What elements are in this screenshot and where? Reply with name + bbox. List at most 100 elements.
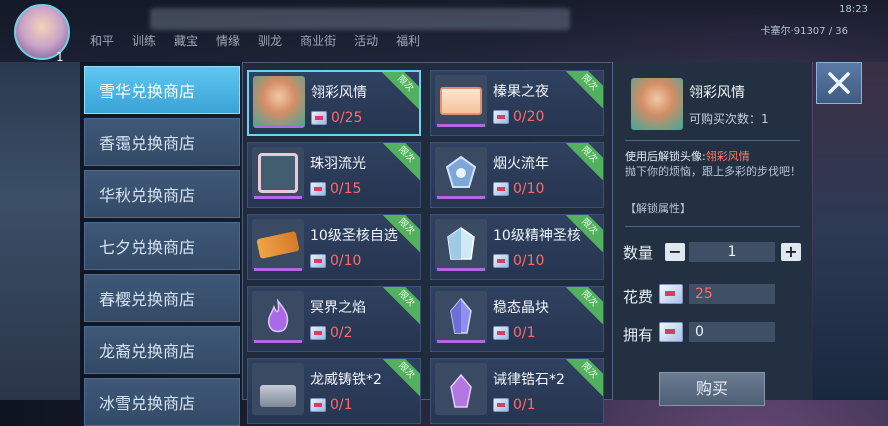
item-name: 10级精神圣核 xyxy=(493,228,581,244)
divider xyxy=(625,226,800,227)
tab-xuehua-shop[interactable]: 雪华兑换商店 xyxy=(84,66,240,114)
shop-item[interactable]: 诫律锆石*2 0/1 限次 xyxy=(430,358,604,424)
tab-xiangai-shop[interactable]: 香霭兑换商店 xyxy=(84,118,240,166)
limit-badge: 限次 xyxy=(380,359,420,397)
tab-longyi-shop[interactable]: 龙裔兑换商店 xyxy=(84,326,240,374)
shop-item[interactable]: 稳态晶块 0/1 限次 xyxy=(430,286,604,352)
ticket-icon xyxy=(252,219,304,271)
status-server: 卡塞尔·91307 / 36 xyxy=(760,26,848,37)
ticket-currency-icon xyxy=(659,322,683,342)
quantity-minus-button[interactable]: − xyxy=(665,243,685,261)
tab-bingxue-shop[interactable]: 冰雪兑换商店 xyxy=(84,378,240,426)
tab-huaqiu-shop[interactable]: 华秋兑换商店 xyxy=(84,170,240,218)
shop-item[interactable]: 榛果之夜 0/20 限次 xyxy=(430,70,604,136)
tab-label: 七夕兑换商店 xyxy=(99,238,196,257)
avatar-icon xyxy=(253,76,305,128)
limit-badge: 限次 xyxy=(563,71,603,109)
cost-value: 25 xyxy=(689,284,775,304)
ticket-icon xyxy=(493,110,509,124)
item-count: 0/15 xyxy=(330,181,362,197)
ticket-icon xyxy=(493,398,509,412)
top-menu: 和平 训练 藏宝 情缘 驯龙 商业街 活动 福利 xyxy=(90,32,420,49)
ticket-icon xyxy=(311,111,327,125)
scroll-icon xyxy=(435,75,487,127)
flame-icon xyxy=(252,291,304,343)
ticket-icon xyxy=(493,254,509,268)
limit-badge: 限次 xyxy=(380,143,420,181)
item-detail-panel: 翎彩风情 可购买次数：1 使用后解锁头像:翎彩风情 抛下你的烦恼，跟上多彩的步伐… xyxy=(612,62,812,406)
top-menu-item[interactable]: 训练 xyxy=(132,32,156,49)
top-blurred-header xyxy=(150,8,570,30)
player-level: 1 xyxy=(56,50,64,64)
item-name: 诫律锆石*2 xyxy=(493,372,565,388)
tab-chunying-shop[interactable]: 春樱兑换商店 xyxy=(84,274,240,322)
ticket-icon xyxy=(310,398,326,412)
tab-label: 华秋兑换商店 xyxy=(99,186,196,205)
item-count: 0/1 xyxy=(513,325,536,341)
item-limit: 0/10 xyxy=(310,253,361,269)
top-menu-item[interactable]: 情缘 xyxy=(216,32,240,49)
item-limit: 0/20 xyxy=(493,109,544,125)
item-limit: 0/25 xyxy=(311,110,362,126)
gem-icon xyxy=(435,291,487,343)
status-time: 18:23 xyxy=(839,4,868,15)
detail-item-name: 翎彩风情 xyxy=(689,85,745,101)
left-background xyxy=(0,62,80,400)
item-count: 0/1 xyxy=(330,397,353,413)
zircon-icon xyxy=(435,363,487,415)
item-name: 珠羽流光 xyxy=(310,156,366,172)
ticket-icon xyxy=(310,182,326,196)
detail-unlock-text: 使用后解锁头像:翎彩风情 xyxy=(625,148,750,164)
item-name: 10级圣核自选 xyxy=(310,228,398,244)
limit-badge: 限次 xyxy=(563,143,603,181)
item-name: 冥界之焰 xyxy=(310,300,366,316)
shop-item[interactable]: 烟火流年 0/10 限次 xyxy=(430,142,604,208)
quantity-plus-button[interactable]: + xyxy=(781,243,801,261)
frame-icon xyxy=(252,147,304,199)
top-menu-item[interactable]: 藏宝 xyxy=(174,32,198,49)
item-limit: 0/1 xyxy=(310,397,353,413)
top-menu-item[interactable]: 和平 xyxy=(90,32,114,49)
ticket-icon xyxy=(493,326,509,340)
item-count: 0/2 xyxy=(330,325,353,341)
shop-item[interactable]: 10级精神圣核 0/10 限次 xyxy=(430,214,604,280)
detail-description: 抛下你的烦恼，跟上多彩的步伐吧！ xyxy=(625,165,801,178)
item-count: 0/10 xyxy=(513,181,545,197)
shop-item[interactable]: 翎彩风情 0/25 限次 xyxy=(247,70,421,136)
detail-unlock-prefix: 使用后解锁头像: xyxy=(625,150,706,163)
tab-qixi-shop[interactable]: 七夕兑换商店 xyxy=(84,222,240,270)
shop-item[interactable]: 10级圣核自选 0/10 限次 xyxy=(247,214,421,280)
divider xyxy=(625,140,800,141)
limit-badge: 限次 xyxy=(563,359,603,397)
limit-badge: 限次 xyxy=(379,72,419,110)
tab-label: 冰雪兑换商店 xyxy=(99,394,196,413)
top-menu-item[interactable]: 驯龙 xyxy=(258,32,282,49)
ticket-icon xyxy=(310,326,326,340)
item-name: 烟火流年 xyxy=(493,156,549,172)
top-menu-item[interactable]: 商业街 xyxy=(300,32,336,49)
shop-item[interactable]: 冥界之焰 0/2 限次 xyxy=(247,286,421,352)
crystal-icon xyxy=(435,219,487,271)
detail-unlock-attr[interactable]: 【解锁属性】 xyxy=(625,200,691,216)
cost-label: 花费 xyxy=(623,288,654,306)
emblem-icon xyxy=(435,147,487,199)
item-name: 龙威铸铁*2 xyxy=(310,372,382,388)
item-count: 0/10 xyxy=(513,253,545,269)
right-background xyxy=(813,62,888,400)
close-button[interactable] xyxy=(816,62,862,104)
tab-label: 春樱兑换商店 xyxy=(99,290,196,309)
buy-button[interactable]: 购买 xyxy=(659,372,765,406)
ticket-icon xyxy=(310,254,326,268)
item-limit: 0/15 xyxy=(310,181,361,197)
tab-label: 龙裔兑换商店 xyxy=(99,342,196,361)
shop-item[interactable]: 珠羽流光 0/15 限次 xyxy=(247,142,421,208)
item-name: 榛果之夜 xyxy=(493,84,549,100)
quantity-input[interactable]: 1 xyxy=(689,242,775,262)
top-menu-item[interactable]: 福利 xyxy=(396,32,420,49)
shop-item[interactable]: 龙威铸铁*2 0/1 限次 xyxy=(247,358,421,424)
ticket-icon xyxy=(493,182,509,196)
top-menu-item[interactable]: 活动 xyxy=(354,32,378,49)
item-count: 0/25 xyxy=(331,110,363,126)
item-name: 翎彩风情 xyxy=(311,85,367,101)
item-count: 0/20 xyxy=(513,109,545,125)
